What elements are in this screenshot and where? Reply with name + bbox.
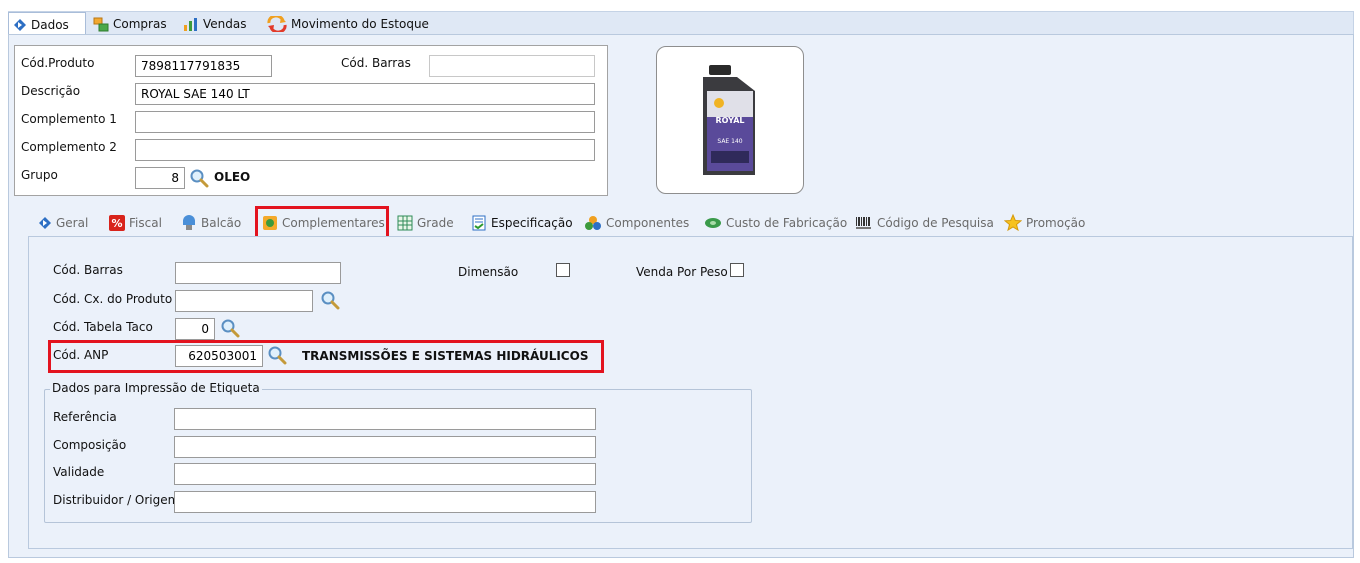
checklist-icon xyxy=(472,215,486,231)
oil-bottle-image: ROYAL SAE 140 xyxy=(703,65,755,175)
validade-label: Validade xyxy=(53,465,105,479)
cod-barras-label: Cód. Barras xyxy=(341,56,411,70)
diamond-nav-icon xyxy=(39,217,51,229)
descricao-label: Descrição xyxy=(21,84,81,98)
bar-chart-icon xyxy=(184,18,197,31)
subtab-geral[interactable]: Geral xyxy=(38,213,88,233)
cod-tabela-taco-input[interactable]: 0 xyxy=(175,318,215,340)
subtab-promocao[interactable]: Promoção xyxy=(1004,213,1085,233)
search-icon[interactable] xyxy=(189,168,209,188)
svg-text:%: % xyxy=(111,217,122,230)
referencia-label: Referência xyxy=(53,410,117,424)
counter-icon xyxy=(183,215,195,230)
composicao-input[interactable] xyxy=(174,436,596,458)
cod-tabela-taco-label: Cód. Tabela Taco xyxy=(53,320,153,334)
grid-icon xyxy=(397,215,413,231)
highlight-cod-anp-row xyxy=(48,340,604,373)
cod-cx-produto-label: Cód. Cx. do Produto xyxy=(53,292,173,306)
subtab-codigo-pesquisa-label: Código de Pesquisa xyxy=(877,216,994,230)
cod-cx-produto-input[interactable] xyxy=(175,290,313,312)
subtab-balcao-label: Balcão xyxy=(201,216,242,230)
tab-compras[interactable]: Compras xyxy=(89,12,171,36)
validade-input[interactable] xyxy=(174,463,596,485)
subtab-fiscal-label: Fiscal xyxy=(129,216,162,230)
search-icon[interactable] xyxy=(320,290,340,310)
tab-compras-label: Compras xyxy=(113,17,167,31)
bottle-brand-text: ROYAL xyxy=(716,116,745,125)
tab-vendas-label: Vendas xyxy=(203,17,247,31)
money-icon xyxy=(705,218,721,228)
subtab-componentes-label: Componentes xyxy=(606,216,690,230)
diamond-nav-icon xyxy=(14,19,26,31)
etiqueta-group-title: Dados para Impressão de Etiqueta xyxy=(50,381,262,395)
subtab-grade[interactable]: Grade xyxy=(397,213,454,233)
subtab-geral-label: Geral xyxy=(56,216,89,230)
subtab-custo-fabricacao-label: Custo de Fabricação xyxy=(726,216,848,230)
distribuidor-input[interactable] xyxy=(174,491,596,513)
cod-produto-label: Cód.Produto xyxy=(21,56,95,70)
percent-icon: % xyxy=(109,215,125,231)
composicao-label: Composição xyxy=(53,438,127,452)
referencia-input[interactable] xyxy=(174,408,596,430)
complemento2-input[interactable] xyxy=(135,139,595,161)
tab-movimento-estoque-label: Movimento do Estoque xyxy=(291,17,429,31)
subtab-fiscal[interactable]: % Fiscal xyxy=(109,213,162,233)
dimensao-checkbox[interactable] xyxy=(556,263,570,277)
tab-vendas[interactable]: Vendas xyxy=(179,12,251,36)
barcode-icon xyxy=(856,217,871,229)
tab-dados-label: Dados xyxy=(31,18,69,32)
star-icon xyxy=(1004,214,1022,232)
components-icon xyxy=(585,216,601,230)
complemento1-label: Complemento 1 xyxy=(21,112,117,126)
subtab-especificacao[interactable]: Especificação xyxy=(471,213,573,233)
bottle-grade-text: SAE 140 xyxy=(717,138,742,145)
venda-por-peso-checkbox[interactable] xyxy=(730,263,744,277)
highlight-complementares-tab xyxy=(255,206,389,240)
tab-movimento-estoque[interactable]: Movimento do Estoque xyxy=(263,12,433,36)
top-tab-bar: Dados Compras Vendas Movimento do Estoqu… xyxy=(8,11,1354,37)
complemento2-label: Complemento 2 xyxy=(21,140,117,154)
descricao-input[interactable]: ROYAL SAE 140 LT xyxy=(135,83,595,105)
subtab-balcao[interactable]: Balcão xyxy=(181,213,241,233)
compras-icon xyxy=(93,17,109,31)
complemento1-input[interactable] xyxy=(135,111,595,133)
subtab-promocao-label: Promoção xyxy=(1026,216,1086,230)
subtab-grade-label: Grade xyxy=(417,216,454,230)
cod-produto-input[interactable]: 7898117791835 xyxy=(135,55,272,77)
subtab-especificacao-label: Especificação xyxy=(491,216,573,230)
distribuidor-label: Distribuidor / Origem xyxy=(53,493,180,507)
dimensao-label: Dimensão xyxy=(458,265,519,279)
subtab-custo-fabricacao[interactable]: Custo de Fabricação xyxy=(704,213,847,233)
venda-por-peso-label: Venda Por Peso xyxy=(636,265,728,279)
subtab-componentes[interactable]: Componentes xyxy=(584,213,689,233)
grupo-label: Grupo xyxy=(21,168,58,182)
cod-barras-input[interactable] xyxy=(429,55,595,77)
product-photo[interactable]: ROYAL SAE 140 xyxy=(656,46,804,194)
search-icon[interactable] xyxy=(220,318,240,338)
comp-cod-barras-input[interactable] xyxy=(175,262,341,284)
comp-cod-barras-label: Cód. Barras xyxy=(53,263,123,277)
grupo-name: OLEO xyxy=(214,170,251,184)
stock-movement-icon xyxy=(267,16,287,32)
grupo-input[interactable]: 8 xyxy=(135,167,185,189)
subtab-codigo-pesquisa[interactable]: Código de Pesquisa xyxy=(855,213,994,233)
